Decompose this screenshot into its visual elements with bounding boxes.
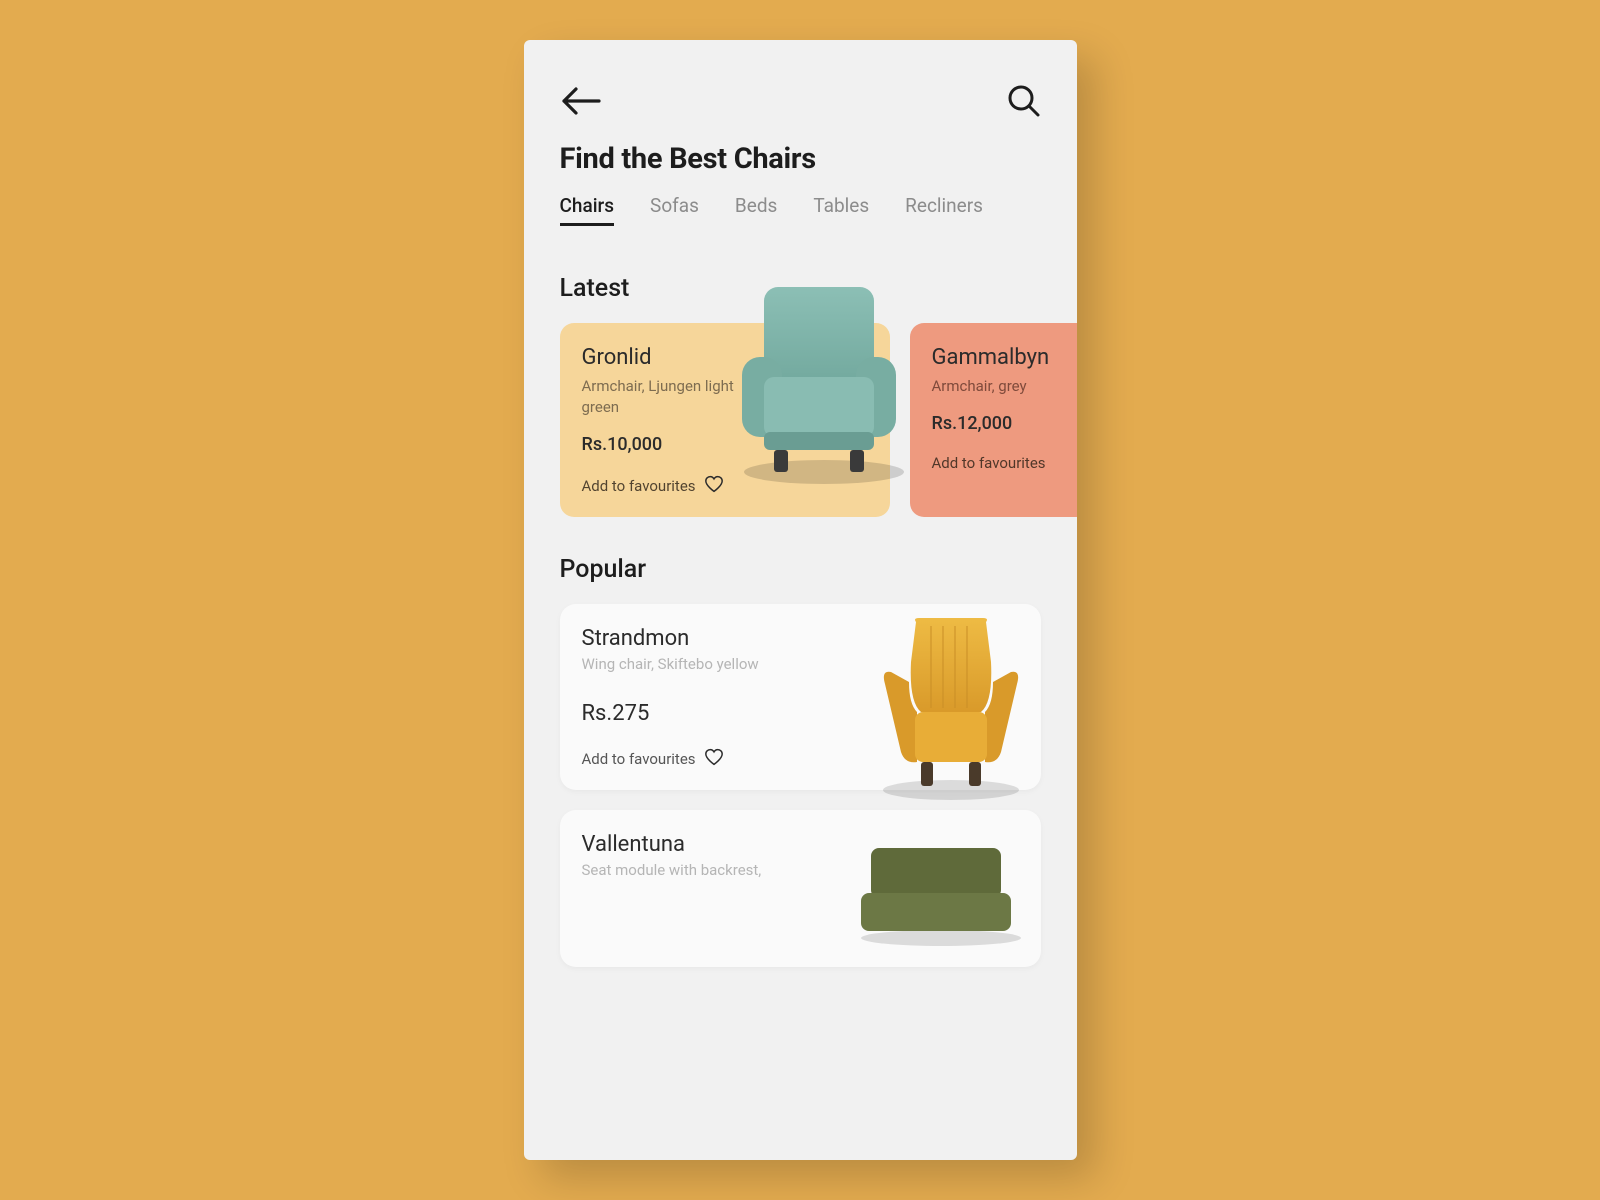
product-name: Gronlid (582, 345, 868, 370)
product-description: Seat module with backrest, (582, 861, 832, 879)
tab-sofas[interactable]: Sofas (650, 194, 699, 226)
add-to-favourites-button[interactable]: Add to favourites (932, 454, 1068, 472)
product-description: Armchair, Ljungen light green (582, 376, 762, 418)
tab-recliners[interactable]: Recliners (905, 194, 983, 226)
header-bar (524, 40, 1077, 142)
add-to-favourites-button[interactable]: Add to favourites (582, 475, 868, 497)
product-price: Rs.275 (582, 701, 1019, 726)
product-card-strandmon[interactable]: Strandmon Wing chair, Skiftebo yellow Rs… (560, 604, 1041, 790)
tab-beds[interactable]: Beds (735, 194, 777, 226)
product-price: Rs.10,000 (582, 434, 868, 455)
product-price: Rs.12,000 (932, 413, 1068, 434)
product-card-gammalbyn[interactable]: Gammalbyn Armchair, grey Rs.12,000 Add t… (910, 323, 1077, 517)
search-icon[interactable] (1007, 84, 1041, 118)
section-heading-latest: Latest (524, 236, 1077, 323)
product-description: Wing chair, Skiftebo yellow (582, 655, 832, 673)
section-heading-popular: Popular (524, 517, 1077, 604)
product-name: Vallentuna (582, 832, 1019, 857)
tab-tables[interactable]: Tables (813, 194, 869, 226)
popular-list: Strandmon Wing chair, Skiftebo yellow Rs… (524, 604, 1077, 967)
fav-label: Add to favourites (582, 477, 696, 495)
product-card-gronlid[interactable]: Gronlid Armchair, Ljungen light green Rs… (560, 323, 890, 517)
product-name: Strandmon (582, 626, 1019, 651)
product-name: Gammalbyn (932, 345, 1068, 370)
latest-carousel[interactable]: Gronlid Armchair, Ljungen light green Rs… (524, 323, 1077, 517)
product-card-vallentuna[interactable]: Vallentuna Seat module with backrest, (560, 810, 1041, 967)
page-title: Find the Best Chairs (524, 142, 1077, 194)
tab-chairs[interactable]: Chairs (560, 194, 615, 226)
add-to-favourites-button[interactable]: Add to favourites (582, 748, 1019, 770)
heart-icon (704, 475, 724, 497)
category-tabs: Chairs Sofas Beds Tables Recliners (524, 194, 1077, 236)
back-arrow-icon[interactable] (560, 86, 602, 116)
product-description: Armchair, grey (932, 376, 1068, 397)
heart-icon (704, 748, 724, 770)
fav-label: Add to favourites (932, 454, 1046, 472)
app-screen: Find the Best Chairs Chairs Sofas Beds T… (524, 40, 1077, 1160)
fav-label: Add to favourites (582, 750, 696, 768)
